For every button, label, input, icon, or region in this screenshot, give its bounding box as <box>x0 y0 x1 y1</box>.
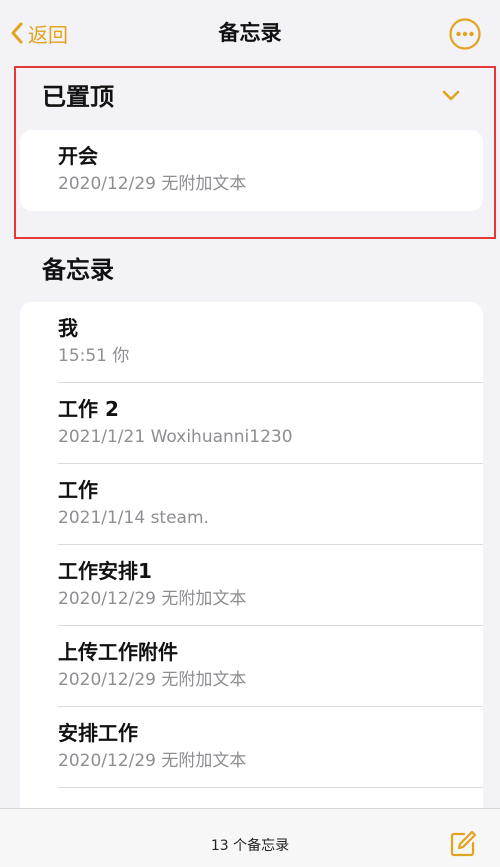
note-row[interactable]: 工作安排1 2020/12/29 无附加文本 <box>20 545 483 626</box>
more-button[interactable] <box>448 17 482 51</box>
row-divider <box>58 787 483 788</box>
annotation-highlight-box <box>14 66 496 239</box>
page-title: 备忘录 <box>218 21 282 45</box>
note-subtitle: 2020/12/29 无附加文本 <box>58 751 247 771</box>
note-title: 工作安排1 <box>58 559 152 583</box>
notes-list: 我 15:51 你 工作 2 2021/1/21 Woxihuanni1230 … <box>20 302 483 822</box>
note-subtitle: 2020/12/29 无附加文本 <box>58 670 247 690</box>
note-subtitle: 15:51 你 <box>58 346 130 366</box>
bottom-toolbar: 13 个备忘录 <box>0 808 500 867</box>
note-row[interactable]: 我 15:51 你 <box>20 302 483 383</box>
note-row[interactable]: 工作 2021/1/14 steam. <box>20 464 483 545</box>
note-title: 安排工作 <box>58 721 138 745</box>
note-title: 我 <box>58 316 78 340</box>
note-subtitle: 2021/1/21 Woxihuanni1230 <box>58 427 293 447</box>
compose-button[interactable] <box>448 829 478 863</box>
notes-section-title: 备忘录 <box>42 256 114 284</box>
note-subtitle: 2020/12/29 无附加文本 <box>58 589 247 609</box>
notes-count: 13 个备忘录 <box>210 838 290 854</box>
note-title: 上传工作附件 <box>58 640 178 664</box>
note-row[interactable]: 工作 2 2021/1/21 Woxihuanni1230 <box>20 383 483 464</box>
compose-icon <box>450 830 477 857</box>
ellipsis-circle-icon <box>449 18 481 50</box>
note-title: 工作 <box>58 478 98 502</box>
navigation-bar: 返回 备忘录 <box>0 0 500 64</box>
note-row[interactable]: 安排工作 2020/12/29 无附加文本 <box>20 707 483 788</box>
note-subtitle: 2021/1/14 steam. <box>58 508 209 528</box>
note-row[interactable]: 上传工作附件 2020/12/29 无附加文本 <box>20 626 483 707</box>
note-title: 工作 2 <box>58 397 119 421</box>
